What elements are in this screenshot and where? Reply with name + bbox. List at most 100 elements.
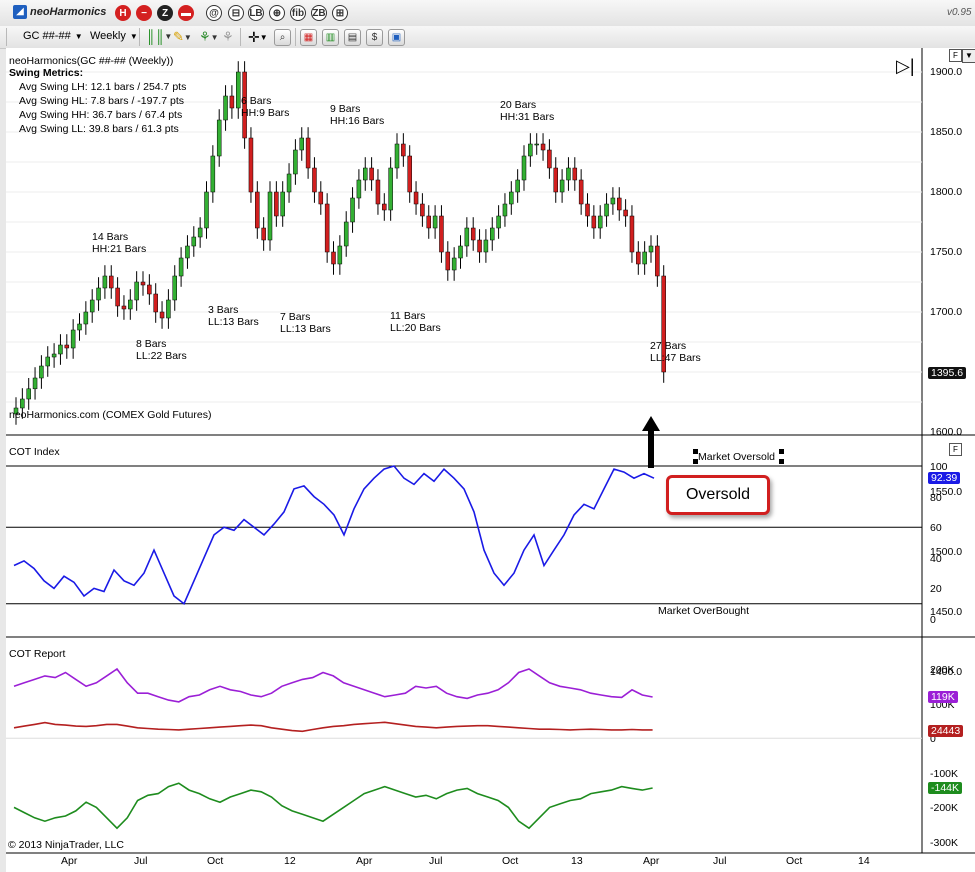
scroll-to-end-icon[interactable]: ▷| bbox=[896, 56, 915, 77]
candle-body bbox=[350, 197, 355, 223]
chart-trader-icon[interactable]: ▥ bbox=[322, 29, 339, 46]
zoom-icon[interactable]: ⌕ bbox=[274, 29, 291, 46]
indicator-icon[interactable]: ⚘ ▼ bbox=[199, 29, 219, 45]
swing-label: 8 Bars LL:22 Bars bbox=[136, 338, 187, 362]
toolbar-button[interactable]: fib bbox=[290, 5, 306, 21]
candle-body bbox=[458, 245, 463, 259]
data-box-icon[interactable]: ▦ bbox=[300, 29, 317, 46]
candle-body bbox=[128, 299, 133, 310]
time-axis-tick: Apr bbox=[356, 855, 373, 867]
candle-body bbox=[604, 203, 609, 217]
swing-metric-hh: Avg Swing HH: 36.7 bars / 67.4 pts bbox=[19, 109, 183, 121]
candle-body bbox=[547, 149, 552, 169]
candle-body bbox=[134, 281, 139, 301]
panel-menu-button[interactable]: ▼ bbox=[962, 49, 975, 63]
candle-body bbox=[648, 245, 654, 253]
instrument-selector[interactable]: GC ##-## ▼ bbox=[23, 30, 83, 42]
candle-body bbox=[45, 356, 50, 367]
candle-body bbox=[356, 179, 362, 199]
time-axis-tick: Jul bbox=[713, 855, 727, 867]
version-label: v0.95 bbox=[947, 7, 972, 18]
time-axis-tick: Jul bbox=[134, 855, 148, 867]
time-axis-tick: 13 bbox=[571, 855, 583, 867]
candle-body bbox=[58, 344, 63, 355]
strategy-icon[interactable]: ⚘ bbox=[222, 29, 234, 45]
candle-body bbox=[363, 167, 368, 181]
swing-metric-hl: Avg Swing HL: 7.8 bars / -197.7 pts bbox=[19, 95, 184, 107]
price-axis-tick: 1900.0 bbox=[930, 66, 963, 78]
candle-body bbox=[553, 167, 558, 193]
time-axis-tick: Oct bbox=[502, 855, 519, 867]
candle-body bbox=[115, 287, 120, 307]
candle-body bbox=[451, 257, 457, 271]
price-axis-tick: 1600.0 bbox=[930, 426, 963, 438]
toolbar-button[interactable]: ⊕ bbox=[269, 5, 285, 21]
properties-icon[interactable]: ▤ bbox=[344, 29, 361, 46]
toolbar-button[interactable]: ⊟ bbox=[228, 5, 244, 21]
candle-body bbox=[267, 191, 273, 241]
candle-body bbox=[401, 143, 406, 157]
candle-body bbox=[528, 143, 533, 157]
cot-panel-float-button[interactable]: F bbox=[949, 443, 962, 456]
logo-text: neoHarmonics bbox=[30, 6, 107, 18]
draw-pencil-icon[interactable]: ✎ ▼ bbox=[173, 29, 192, 45]
swing-label: 14 Bars HH:21 Bars bbox=[92, 231, 147, 255]
candle-body bbox=[172, 275, 177, 301]
candle-body bbox=[147, 284, 152, 295]
toolbar-button[interactable]: @ bbox=[206, 5, 222, 21]
selection-handle bbox=[779, 459, 784, 464]
candle-body bbox=[185, 245, 190, 259]
candle-body bbox=[559, 179, 565, 193]
candle-body bbox=[102, 275, 108, 289]
toolbar-button[interactable]: − bbox=[136, 5, 152, 21]
candle-body bbox=[312, 167, 317, 193]
candle-body bbox=[343, 221, 349, 247]
candle-body bbox=[439, 215, 444, 253]
toolbar-button[interactable]: ZB bbox=[311, 5, 327, 21]
candle-body bbox=[26, 388, 31, 400]
period-selector[interactable]: Weekly ▼ bbox=[90, 30, 138, 42]
swing-metrics-heading: Swing Metrics: bbox=[9, 67, 84, 79]
candle-body bbox=[32, 377, 38, 390]
candle-body bbox=[483, 239, 489, 253]
cot-report-badge-green: -144K bbox=[928, 782, 963, 794]
candle-body bbox=[305, 137, 311, 169]
strategy-dollar-icon[interactable]: $ bbox=[366, 29, 383, 46]
crosshair-icon[interactable]: ✛ ▼ bbox=[248, 29, 268, 46]
candle-body bbox=[64, 344, 70, 349]
candle-body bbox=[331, 251, 336, 265]
time-axis-tick: Jul bbox=[429, 855, 443, 867]
candle-body bbox=[432, 215, 438, 229]
candle-body bbox=[77, 323, 82, 331]
candle-body bbox=[509, 191, 514, 205]
candle-body bbox=[89, 299, 95, 313]
panel-float-button[interactable]: F bbox=[949, 49, 962, 62]
candle-body bbox=[109, 275, 114, 289]
swing-metric-ll: Avg Swing LL: 39.8 bars / 61.3 pts bbox=[19, 123, 179, 135]
candle-body bbox=[420, 203, 425, 217]
candle-body bbox=[236, 71, 241, 109]
candle-body bbox=[280, 191, 285, 217]
toolbar-button[interactable]: Z bbox=[157, 5, 173, 21]
bar-type-icon[interactable]: ║║ ▼ bbox=[146, 29, 172, 44]
candle-body bbox=[566, 167, 571, 181]
source-label: neoHarmonics.com (COMEX Gold Futures) bbox=[9, 409, 212, 421]
toolbar-button[interactable]: LB bbox=[248, 5, 264, 21]
candle-body bbox=[178, 257, 184, 277]
panel-icon[interactable]: ▣ bbox=[388, 29, 405, 46]
cot-report-badge-red: 24443 bbox=[928, 725, 964, 737]
candle-body bbox=[470, 227, 476, 241]
chart-canvas[interactable]: neoHarmonics(GC ##-## (Weekly)) Swing Me… bbox=[6, 48, 975, 872]
toolbar-button[interactable]: ⊞ bbox=[332, 5, 348, 21]
period-label: Weekly bbox=[90, 30, 126, 42]
cot-index-line bbox=[13, 465, 655, 605]
cot-index-axis-tick: 20 bbox=[930, 583, 942, 596]
last-price-badge: 1395.6 bbox=[928, 367, 967, 379]
toolbar-button[interactable]: ▬ bbox=[178, 5, 194, 21]
overbought-level-label: Market OverBought bbox=[658, 605, 750, 617]
candle-body bbox=[229, 95, 235, 109]
candle-body bbox=[426, 215, 431, 229]
candle-body bbox=[369, 167, 374, 181]
toolbar-button[interactable]: H bbox=[115, 5, 131, 21]
cot-report-axis-tick: -300K bbox=[930, 837, 959, 849]
